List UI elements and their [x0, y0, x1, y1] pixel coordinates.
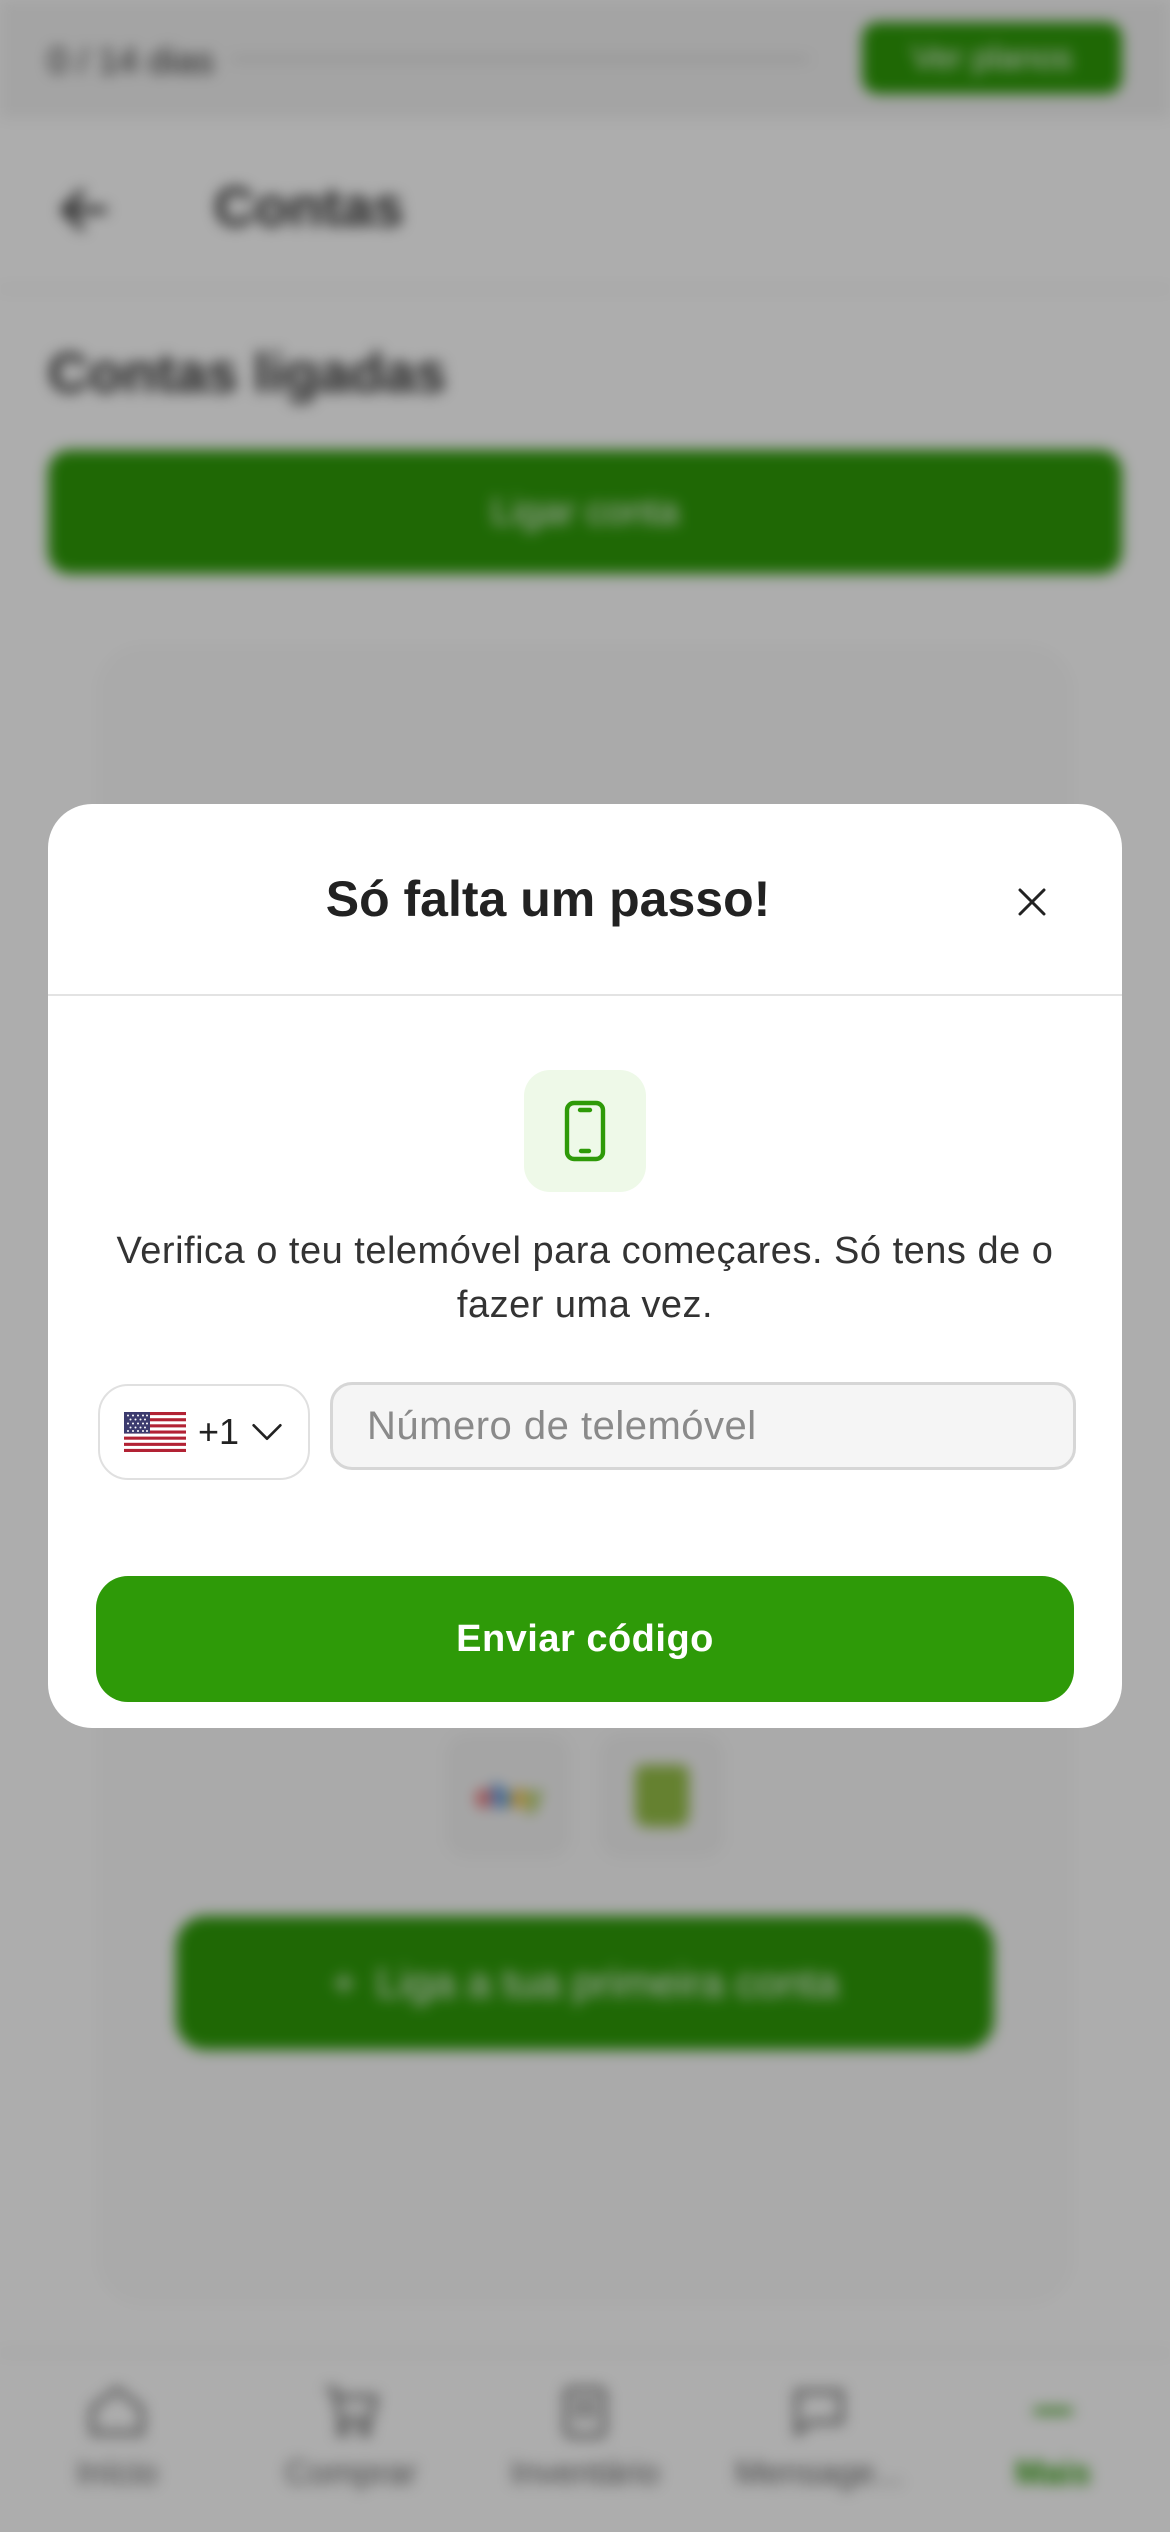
modal-title: Só falta um passo! [325, 871, 771, 927]
close-button[interactable] [1004, 874, 1060, 930]
chevron-down-icon [252, 1424, 282, 1440]
phone-number-input[interactable] [330, 1382, 1076, 1470]
country-code-select[interactable]: +1 [98, 1384, 310, 1480]
send-code-button[interactable]: Enviar código [96, 1576, 1074, 1702]
close-icon [1018, 888, 1046, 916]
dial-code: +1 [198, 1411, 240, 1452]
modal-header: Só falta um passo! [48, 804, 1122, 996]
phone-icon-badge [524, 1070, 646, 1192]
phone-verification-modal: Só falta um passo! Verifica o teu telemó… [48, 804, 1122, 1728]
verification-description: Verifica o teu telemóvel para começares.… [116, 1230, 1054, 1326]
us-flag-icon [124, 1412, 186, 1452]
smartphone-icon [564, 1100, 606, 1162]
